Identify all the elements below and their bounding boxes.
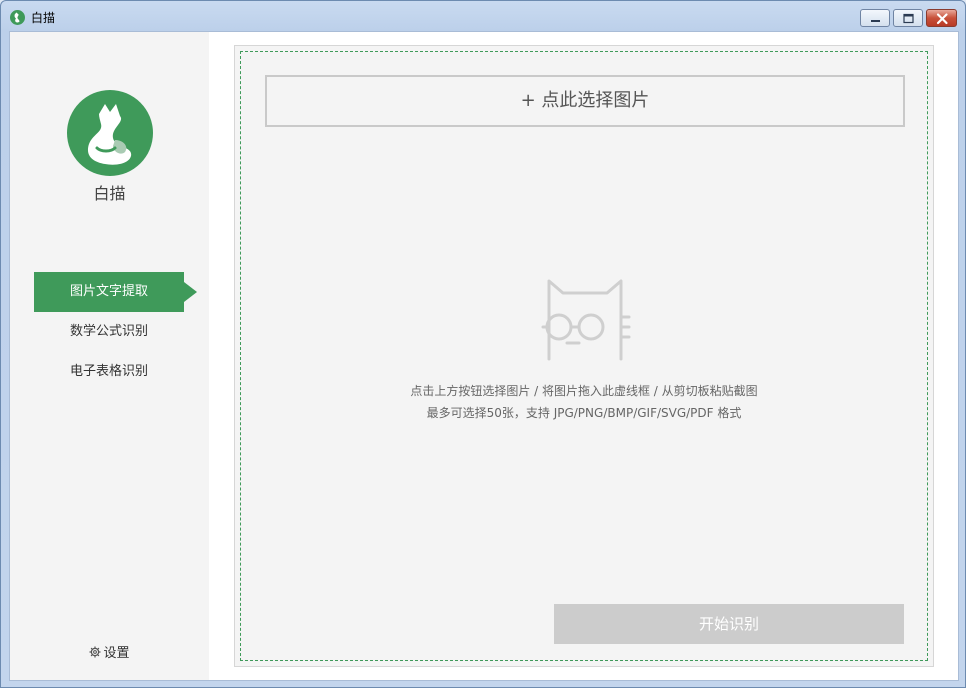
sidebar: 白描 图片文字提取 数学公式识别 电子表格识别 设置 [10, 32, 209, 680]
app-logo [67, 90, 153, 176]
app-logo-icon [10, 10, 25, 25]
active-nav-indicator [184, 282, 197, 302]
client-area: 白描 图片文字提取 数学公式识别 电子表格识别 设置 + 点此选择图片 点击上方… [9, 31, 959, 681]
hint-line-2: 最多可选择50张，支持 JPG/PNG/BMP/GIF/SVG/PDF 格式 [426, 406, 742, 420]
maximize-icon [903, 13, 914, 24]
settings-button[interactable]: 设置 [10, 642, 209, 661]
hint-line-1: 点击上方按钮选择图片 / 将图片拖入此虚线框 / 从剪切板粘贴截图 [410, 384, 758, 398]
cat-with-glasses-icon [541, 279, 631, 361]
app-name: 白描 [93, 184, 126, 203]
settings-label: 设置 [103, 646, 130, 661]
close-icon [936, 13, 948, 25]
gear-icon [89, 646, 101, 657]
minimize-icon [871, 20, 880, 22]
nav-item-image-text-extraction[interactable]: 图片文字提取 [34, 272, 184, 312]
maximize-button[interactable] [893, 9, 923, 27]
start-recognition-button[interactable]: 开始识别 [554, 604, 904, 644]
app-window: 白描 白描 图片文字提取 数学公式识别 电子表格识别 设置 + 点此选择图片 点… [0, 0, 966, 688]
nav-item-math-formula-recognition[interactable]: 数学公式识别 [34, 312, 184, 352]
select-image-button[interactable]: + 点此选择图片 [265, 75, 905, 127]
title-bar[interactable]: 白描 [1, 1, 965, 31]
image-drop-zone[interactable]: + 点此选择图片 点击上方按钮选择图片 / 将图片拖入此虚线框 / 从剪切板粘贴… [240, 51, 928, 661]
window-title: 白描 [31, 11, 56, 25]
nav-item-spreadsheet-recognition[interactable]: 电子表格识别 [34, 352, 184, 392]
main-panel: + 点此选择图片 点击上方按钮选择图片 / 将图片拖入此虚线框 / 从剪切板粘贴… [234, 45, 934, 667]
close-button[interactable] [926, 9, 957, 27]
minimize-button[interactable] [860, 9, 890, 27]
